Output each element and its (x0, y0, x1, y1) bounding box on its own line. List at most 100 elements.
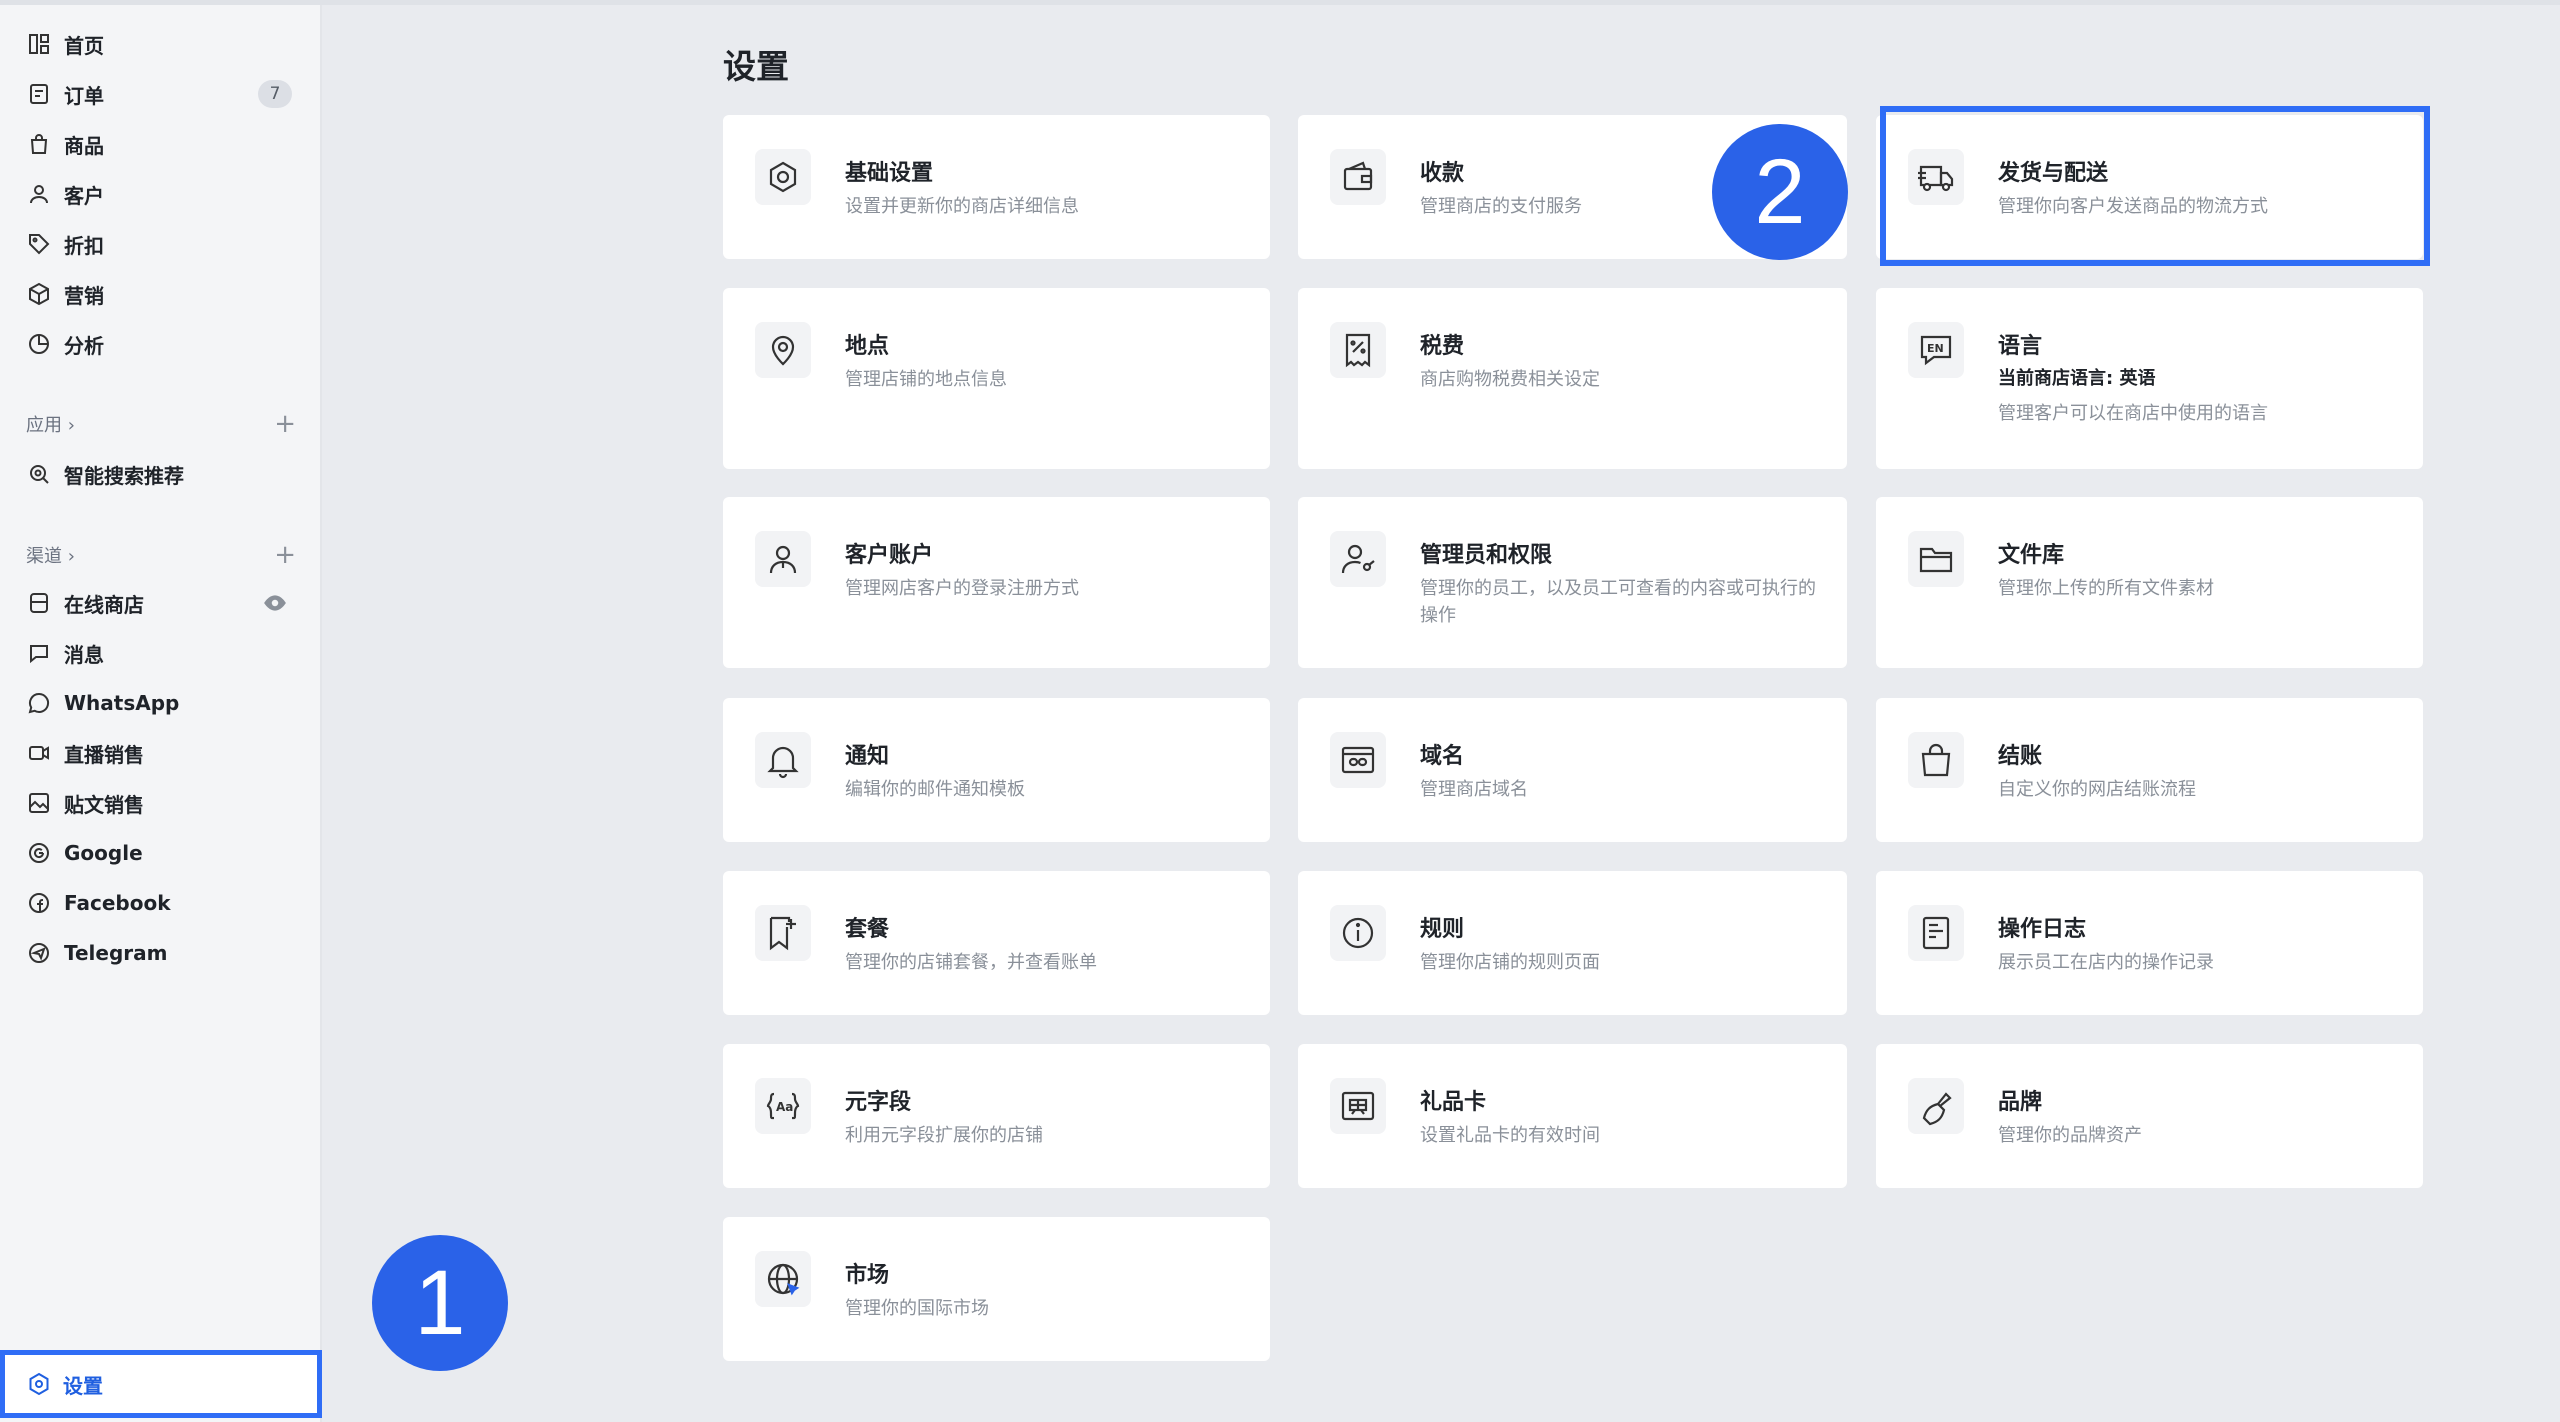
sidebar-item-label: 在线商店 (64, 592, 144, 617)
giftcard-icon (1330, 1078, 1386, 1134)
sidebar-item-online-store[interactable]: 在线商店 (0, 580, 322, 626)
card-description: 管理商店域名 (1420, 779, 1528, 800)
sidebar-item-whatsapp[interactable]: WhatsApp (0, 680, 322, 726)
sidebar-item-messages[interactable]: 消息 (0, 630, 322, 676)
sidebar-item-discounts[interactable]: 折扣 (0, 221, 322, 267)
card-description: 管理客户可以在商店中使用的语言 (1998, 403, 2268, 424)
card-plans[interactable]: 套餐 管理你的店铺套餐，并查看账单 (723, 871, 1270, 1015)
google-icon (26, 840, 52, 866)
message-icon (26, 640, 52, 666)
card-description: 管理你的店铺套餐，并查看账单 (845, 952, 1097, 973)
add-channel-icon[interactable]: + (274, 540, 296, 570)
product-icon (26, 131, 52, 157)
sidebar-item-post-selling[interactable]: 贴文销售 (0, 780, 322, 826)
sidebar-item-home[interactable]: 首页 (0, 21, 322, 67)
card-title: 规则 (1420, 917, 1465, 942)
telegram-icon (26, 940, 52, 966)
card-title: 元字段 (845, 1090, 912, 1115)
sidebar-item-telegram[interactable]: Telegram (0, 930, 322, 976)
card-policies[interactable]: 规则 管理你店铺的规则页面 (1298, 871, 1847, 1015)
card-file-library[interactable]: 文件库 管理你上传的所有文件素材 (1876, 497, 2423, 668)
language-icon: EN (1908, 322, 1964, 378)
card-basic-settings[interactable]: 基础设置 设置并更新你的商店详细信息 (723, 115, 1270, 259)
sidebar-item-analytics[interactable]: 分析 (0, 321, 322, 367)
sidebar-item-marketing[interactable]: 营销 (0, 271, 322, 317)
apps-heading: 应用 › (26, 415, 75, 436)
post-icon (26, 790, 52, 816)
top-divider (0, 0, 2560, 5)
sidebar-item-settings[interactable]: 设置 (0, 1350, 322, 1418)
card-description: 管理你店铺的规则页面 (1420, 952, 1600, 973)
truck-icon (1908, 149, 1964, 205)
eye-icon[interactable] (262, 590, 288, 616)
card-shipping-delivery[interactable]: 发货与配送 管理你向客户发送商品的物流方式 (1876, 115, 2423, 259)
card-markets[interactable]: 市场 管理你的国际市场 (723, 1217, 1270, 1361)
card-admins-permissions[interactable]: 管理员和权限 管理你的员工，以及员工可查看的内容或可执行的操作 (1298, 497, 1847, 668)
card-title: 文件库 (1998, 543, 2065, 568)
discount-icon (26, 231, 52, 257)
whatsapp-icon (26, 690, 52, 716)
checkout-icon (1908, 732, 1964, 788)
sidebar-item-label: Telegram (64, 941, 168, 965)
card-description: 商店购物税费相关设定 (1420, 369, 1600, 390)
sidebar-item-label: 客户 (64, 183, 104, 208)
card-description: 编辑你的邮件通知模板 (845, 779, 1025, 800)
sidebar-item-label: 分析 (64, 333, 104, 358)
card-title: 品牌 (1998, 1090, 2043, 1115)
sidebar-item-label: 商品 (64, 133, 104, 158)
card-domains[interactable]: 域名 管理商店域名 (1298, 698, 1847, 842)
analytics-icon (26, 331, 52, 357)
wallet-icon (1330, 149, 1386, 205)
card-title: 操作日志 (1998, 917, 2087, 942)
card-title: 语言 (1998, 334, 2043, 359)
card-taxes[interactable]: 税费 商店购物税费相关设定 (1298, 288, 1847, 469)
location-icon (755, 322, 811, 378)
sidebar-item-customers[interactable]: 客户 (0, 171, 322, 217)
card-languages[interactable]: EN 语言 当前商店语言: 英语 管理客户可以在商店中使用的语言 (1876, 288, 2423, 469)
channels-section-header[interactable]: 渠道 › + (26, 540, 296, 570)
card-customer-accounts[interactable]: 客户账户 管理网店客户的登录注册方式 (723, 497, 1270, 668)
account-icon (755, 531, 811, 587)
card-title: 市场 (845, 1263, 890, 1288)
domain-icon (1330, 732, 1386, 788)
card-brand[interactable]: 品牌 管理你的品牌资产 (1876, 1044, 2423, 1188)
add-app-icon[interactable]: + (274, 409, 296, 439)
sidebar-item-label: 折扣 (64, 233, 104, 258)
sidebar-item-label: 设置 (63, 1373, 103, 1398)
sidebar-item-facebook[interactable]: Facebook (0, 880, 322, 926)
sidebar-item-label: 消息 (64, 642, 104, 667)
marketing-icon (26, 281, 52, 307)
card-title: 礼品卡 (1420, 1090, 1487, 1115)
bell-icon (755, 732, 811, 788)
card-description: 管理你的员工，以及员工可查看的内容或可执行的操作 (1420, 578, 1816, 626)
card-gift-cards[interactable]: 礼品卡 设置礼品卡的有效时间 (1298, 1044, 1847, 1188)
current-language: 当前商店语言: 英语 (1998, 368, 2156, 389)
card-title: 税费 (1420, 334, 1465, 359)
sidebar-item-live-selling[interactable]: 直播销售 (0, 730, 322, 776)
sidebar-item-google[interactable]: Google (0, 830, 322, 876)
callout-step-1: 1 (372, 1235, 508, 1371)
card-notifications[interactable]: 通知 编辑你的邮件通知模板 (723, 698, 1270, 842)
card-title: 域名 (1420, 744, 1465, 769)
svg-text:Aa: Aa (776, 1100, 793, 1114)
card-title: 发货与配送 (1998, 161, 2109, 186)
card-title: 管理员和权限 (1420, 543, 1553, 568)
tax-icon (1330, 322, 1386, 378)
card-metafields[interactable]: Aa 元字段 利用元字段扩展你的店铺 (723, 1044, 1270, 1188)
brand-icon (1908, 1078, 1964, 1134)
sidebar-item-products[interactable]: 商品 (0, 121, 322, 167)
card-activity-log[interactable]: 操作日志 展示员工在店内的操作记录 (1876, 871, 2423, 1015)
apps-section-header[interactable]: 应用 › + (26, 409, 296, 439)
sidebar-item-label: 贴文销售 (64, 792, 144, 817)
order-icon (26, 81, 52, 107)
card-title: 客户账户 (845, 543, 934, 568)
sidebar-item-orders[interactable]: 订单 7 (0, 71, 322, 117)
card-description: 自定义你的网店结账流程 (1998, 779, 2196, 800)
sidebar: 首页 订单 7 商品 客户 折扣 营销 分析 应用 › + 智能搜索推荐 渠道 … (0, 5, 322, 1422)
store-icon (26, 590, 52, 616)
sidebar-item-smart-search[interactable]: 智能搜索推荐 (0, 451, 322, 497)
card-checkout[interactable]: 结账 自定义你的网店结账流程 (1876, 698, 2423, 842)
callout-step-2: 2 (1712, 124, 1848, 260)
card-title: 地点 (845, 334, 890, 359)
card-locations[interactable]: 地点 管理店铺的地点信息 (723, 288, 1270, 469)
